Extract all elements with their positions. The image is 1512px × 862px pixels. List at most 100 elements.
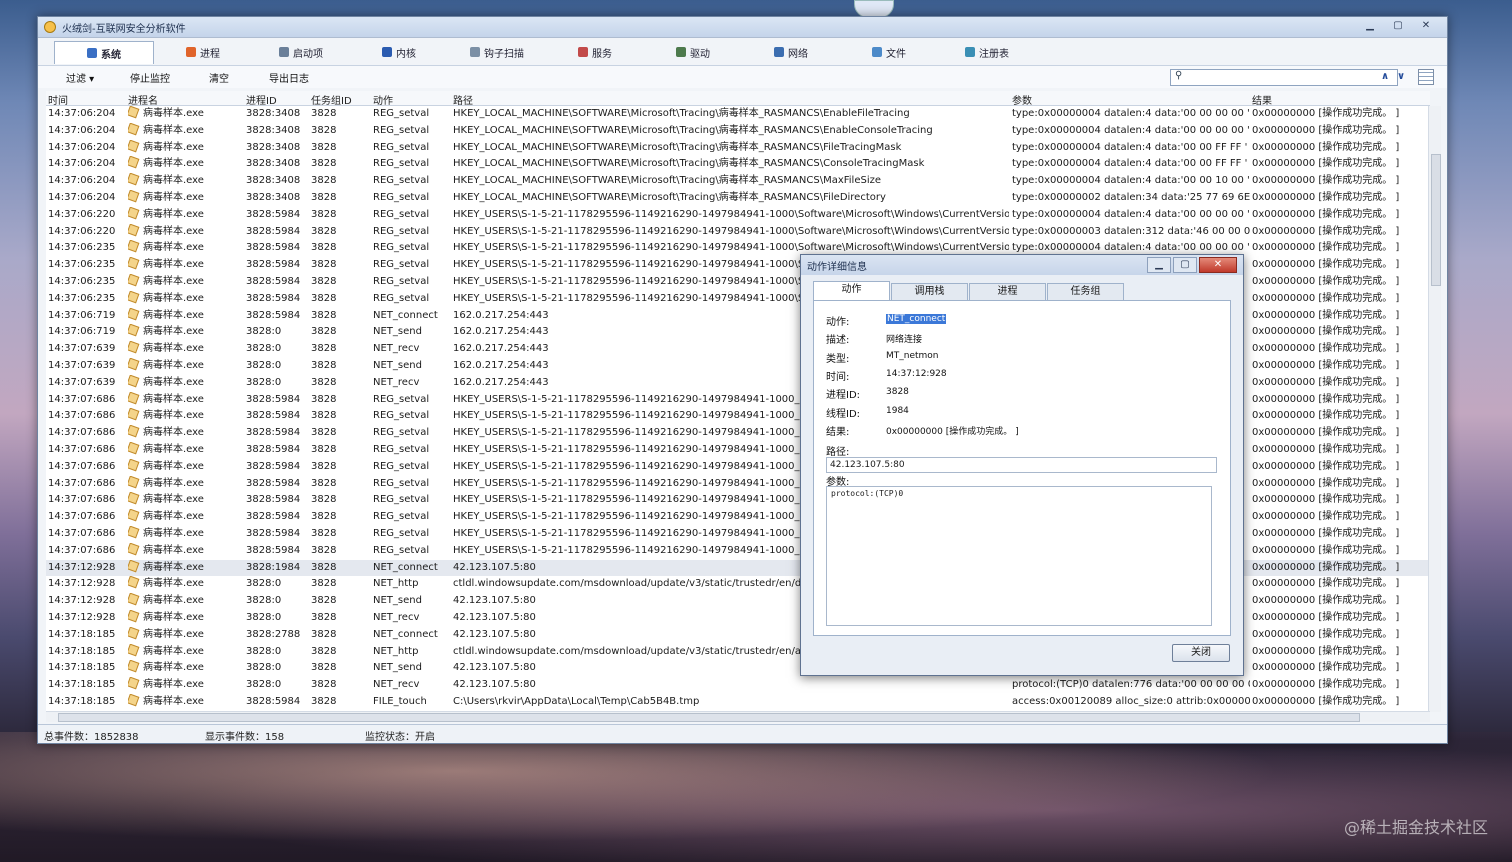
- table-cell: NET_send: [373, 326, 422, 338]
- table-cell: 病毒样本.exe: [128, 610, 244, 627]
- scroll-thumb[interactable]: [1431, 154, 1441, 286]
- status-bar: 总事件数：1852838 显示事件数：158 监控状态：开启: [38, 724, 1447, 743]
- dialog-tab[interactable]: 任务组: [1047, 283, 1124, 300]
- dialog-controls: ▁ ▢ ✕: [1147, 257, 1237, 273]
- path-field[interactable]: 42.123.107.5:80: [826, 457, 1217, 473]
- table-cell: 14:37:06:235: [48, 292, 116, 304]
- path-label: 路径:: [826, 447, 850, 458]
- vertical-scrollbar[interactable]: [1428, 106, 1441, 712]
- close-button[interactable]: 关闭: [1172, 644, 1230, 662]
- table-cell: 0x00000000 [操作成功完成。 ]: [1252, 544, 1400, 556]
- search-input[interactable]: ⚲: [1170, 69, 1398, 86]
- search-up-icon[interactable]: ∧: [1378, 69, 1392, 84]
- table-cell: 3828:0: [246, 326, 282, 338]
- column-header[interactable]: 进程名: [128, 92, 158, 107]
- search-down-icon[interactable]: ∨: [1394, 69, 1408, 84]
- process-icon: [128, 559, 140, 573]
- table-cell: 病毒样本.exe: [128, 542, 244, 560]
- table-row[interactable]: 14:37:06:204 病毒样本.exe 3828:3408 3828 REG_set…: [46, 156, 1430, 173]
- table-cell: NET_recv: [373, 343, 420, 355]
- table-cell: NET_connect: [373, 309, 438, 321]
- network-icon: [774, 47, 784, 57]
- table-cell: 3828:5984: [246, 309, 301, 321]
- tab-5[interactable]: 钩子扫描: [448, 41, 546, 63]
- tab-9[interactable]: 文件: [840, 41, 938, 63]
- table-cell: 14:37:07:686: [48, 427, 116, 439]
- table-row[interactable]: 14:37:06:204 病毒样本.exe 3828:3408 3828 REG_set…: [46, 173, 1430, 190]
- column-header[interactable]: 动作: [373, 92, 393, 107]
- tab-2[interactable]: 进程: [154, 41, 252, 63]
- tab-label: 钩子扫描: [484, 48, 524, 60]
- scroll-thumb[interactable]: [58, 713, 1360, 722]
- dialog-tab[interactable]: 进程: [969, 283, 1046, 300]
- hook-scan-icon: [470, 47, 480, 57]
- param-field[interactable]: protocol:(TCP)0: [826, 486, 1212, 626]
- column-settings-icon[interactable]: [1418, 69, 1434, 85]
- table-row[interactable]: 14:37:06:204 病毒样本.exe 3828:3408 3828 REG_set…: [46, 139, 1430, 157]
- tab-8[interactable]: 网络: [742, 41, 840, 63]
- process-icon: [128, 274, 140, 287]
- table-cell: 3828:5984: [246, 393, 301, 405]
- table-row[interactable]: 14:37:18:185 病毒样本.exe 3828:5984 3828 FILE_to…: [46, 694, 1430, 711]
- table-cell: 3828:0: [246, 612, 282, 623]
- table-cell: 病毒样本.exe: [128, 408, 244, 425]
- table-cell: 0x00000000 [操作成功完成。 ]: [1252, 343, 1400, 355]
- table-cell: REG_setval: [373, 124, 430, 136]
- field-label: 动作:: [826, 317, 850, 328]
- column-header[interactable]: 参数: [1012, 92, 1032, 107]
- table-cell: 3828: [311, 544, 337, 556]
- table-cell: 3828:2788: [246, 628, 301, 640]
- tab-label: 注册表: [979, 48, 1009, 60]
- clear-button[interactable]: 清空: [209, 70, 229, 85]
- tab-label: 系统: [101, 49, 121, 61]
- dialog-tabs: 动作 调用栈 进程 任务组: [813, 281, 1125, 300]
- table-cell: 3828: [311, 696, 337, 707]
- table-row[interactable]: 14:37:06:204 病毒样本.exe 3828:3408 3828 REG_set…: [46, 106, 1430, 123]
- stop-monitor-button[interactable]: 停止监控: [130, 70, 170, 85]
- table-row[interactable]: 14:37:06:204 病毒样本.exe 3828:3408 3828 REG_set…: [46, 122, 1430, 140]
- column-header[interactable]: 进程ID: [246, 92, 277, 107]
- horizontal-scrollbar[interactable]: [46, 711, 1430, 722]
- column-header[interactable]: 时间: [48, 92, 68, 107]
- field-value: NET_connect: [886, 314, 947, 324]
- maximize-icon[interactable]: ▢: [1385, 19, 1411, 33]
- table-cell: 14:37:07:639: [48, 376, 116, 388]
- minimize-icon[interactable]: ▁: [1147, 257, 1171, 273]
- close-icon[interactable]: ✕: [1199, 257, 1237, 273]
- table-row[interactable]: 14:37:06:204 病毒样本.exe 3828:3408 3828 REG_set…: [46, 190, 1430, 207]
- export-log-button[interactable]: 导出日志: [269, 70, 309, 85]
- tab-3[interactable]: 启动项: [252, 41, 350, 63]
- filter-button[interactable]: 过滤 ▾: [66, 70, 94, 85]
- dialog-tab[interactable]: 动作: [813, 281, 890, 300]
- table-row[interactable]: 14:37:06:220 病毒样本.exe 3828:5984 3828 REG_set…: [46, 223, 1430, 241]
- table-cell: 0x00000000 [操作成功完成。 ]: [1252, 208, 1400, 220]
- table-cell: 3828:0: [246, 645, 282, 657]
- table-cell: 14:37:06:719: [48, 326, 116, 338]
- close-icon[interactable]: ✕: [1413, 19, 1439, 33]
- tab-4[interactable]: 内核: [350, 41, 448, 63]
- tab-6[interactable]: 服务: [546, 41, 644, 63]
- table-cell: 病毒样本.exe: [128, 190, 244, 207]
- table-cell: HKEY_LOCAL_MACHINE\SOFTWARE\Microsoft\Tr…: [453, 108, 910, 119]
- tab-7[interactable]: 驱动: [644, 41, 742, 63]
- dialog-tab[interactable]: 调用栈: [891, 283, 968, 300]
- column-header[interactable]: 路径: [453, 92, 473, 107]
- table-cell: 3828:3408: [246, 175, 301, 187]
- minimize-icon[interactable]: ▁: [1357, 19, 1383, 33]
- table-cell: 病毒样本.exe: [128, 694, 244, 711]
- title-bar[interactable]: 火绒剑-互联网安全分析软件: [38, 17, 1447, 38]
- tab-10[interactable]: 注册表: [938, 41, 1036, 63]
- tab-1[interactable]: 系统: [54, 41, 154, 64]
- column-header[interactable]: 任务组ID: [311, 92, 352, 107]
- table-cell: 14:37:18:185: [48, 696, 116, 707]
- table-cell: 病毒样本.exe: [128, 559, 244, 577]
- windows-flag-icon: [186, 47, 196, 57]
- field-value: 网络连接: [886, 335, 923, 346]
- table-cell: 0x00000000 [操作成功完成。 ]: [1252, 326, 1400, 338]
- maximize-icon[interactable]: ▢: [1173, 257, 1197, 273]
- column-header[interactable]: 结果: [1252, 92, 1272, 107]
- table-cell: 3828: [311, 595, 337, 607]
- process-icon: [128, 324, 140, 337]
- table-row[interactable]: 14:37:18:185 病毒样本.exe 3828:0 3828 NET_recv 42…: [46, 677, 1430, 694]
- table-row[interactable]: 14:37:06:220 病毒样本.exe 3828:5984 3828 REG_set…: [46, 206, 1430, 224]
